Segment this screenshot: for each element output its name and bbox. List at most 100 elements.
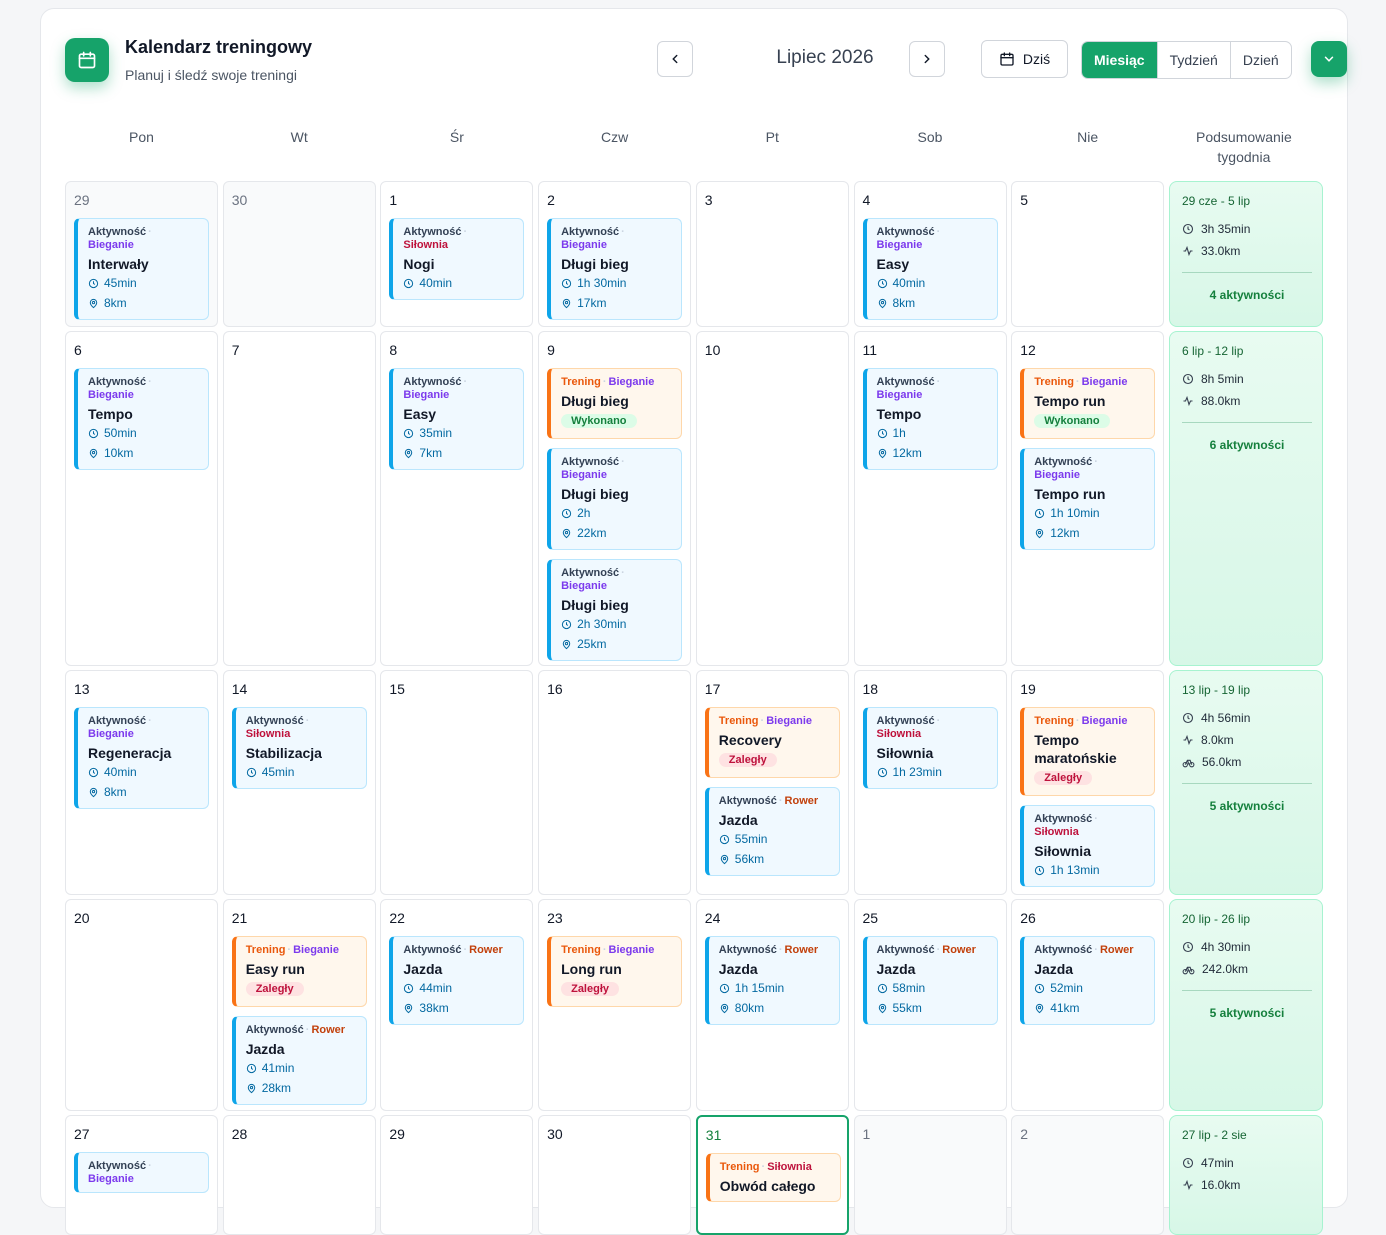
view-day-button[interactable]: Dzień	[1231, 42, 1291, 78]
view-switcher: Miesiąc Tydzień Dzień	[1081, 41, 1292, 79]
activity-card[interactable]: Aktywność · Rower Jazda 55min 56km	[704, 787, 840, 876]
chevron-down-icon	[1322, 52, 1336, 66]
activity-card[interactable]: Aktywność · Siłownia Siłownia 1h 23min	[862, 707, 998, 789]
view-month-button[interactable]: Miesiąc	[1082, 42, 1158, 78]
day-cell[interactable]: 26 Aktywność · Rower Jazda 52min 41km	[1011, 899, 1165, 1111]
day-cell[interactable]: 7	[222, 331, 376, 666]
clock-icon	[719, 834, 730, 845]
training-card[interactable]: Trening · Siłownia Obwód całego	[705, 1153, 841, 1202]
next-month-button[interactable]	[909, 41, 945, 77]
options-dropdown-button[interactable]	[1311, 41, 1347, 77]
training-card[interactable]: Trening · Bieganie Długi bieg Wykonano	[547, 368, 683, 439]
day-cell[interactable]: 30	[222, 181, 376, 327]
clock-icon	[403, 278, 414, 289]
day-cell[interactable]: 9 Trening · Bieganie Długi bieg Wykonano Aktyw…	[538, 331, 692, 666]
activity-pulse-icon	[1182, 395, 1194, 407]
event-tags: Aktywność · Bieganie	[1034, 456, 1154, 482]
activity-card[interactable]: Aktywność · Rower Jazda 44min 38km	[389, 936, 525, 1025]
day-cell[interactable]: 29 Aktywność · Bieganie Interwały 45min 8km	[65, 181, 218, 327]
day-cell[interactable]: 19 Trening · Bieganie Tempo maratońskie Zaleg…	[1011, 670, 1165, 895]
day-cell[interactable]: 24 Aktywność · Rower Jazda 1h 15min 80km	[695, 899, 849, 1111]
day-cell[interactable]: 4 Aktywność · Bieganie Easy 40min 8km	[853, 181, 1007, 327]
event-sport-label: Siłownia	[403, 239, 449, 251]
day-cell[interactable]: 25 Aktywność · Rower Jazda 58min 55km	[853, 899, 1007, 1111]
activity-card[interactable]: Aktywność · Bieganie Długi bieg 2h 30min 25km	[547, 559, 683, 661]
day-cell[interactable]: 28	[222, 1115, 376, 1235]
prev-month-button[interactable]	[657, 41, 693, 77]
activity-card[interactable]: Aktywność · Siłownia Stabilizacja 45min	[231, 707, 367, 789]
summary-value: 4h 30min	[1201, 940, 1251, 954]
event-distance: 25km	[561, 634, 681, 654]
activity-card[interactable]: Aktywność · Bieganie Tempo run 1h 10min 12km	[1020, 448, 1156, 550]
day-cell[interactable]: 2 Aktywność · Bieganie Długi bieg 1h 30min 17k…	[538, 181, 692, 327]
day-cell[interactable]: 2	[1011, 1115, 1165, 1235]
activity-card[interactable]: Aktywność · Bieganie Długi bieg 1h 30min 17km	[547, 218, 683, 320]
event-distance: 7km	[403, 443, 523, 463]
event-distance: 12km	[877, 443, 997, 463]
day-cell[interactable]: 15	[380, 670, 534, 895]
location-pin-icon	[88, 448, 99, 459]
day-cell[interactable]: 1 Aktywność · Siłownia Nogi 40min	[380, 181, 534, 327]
view-week-button[interactable]: Tydzień	[1158, 42, 1231, 78]
event-duration: 40min	[403, 273, 523, 293]
location-pin-icon	[877, 448, 888, 459]
activity-card[interactable]: Aktywność · Siłownia Siłownia 1h 13min	[1020, 805, 1156, 887]
day-cell[interactable]: 17 Trening · Bieganie Recovery Zaległy Aktywno…	[695, 670, 849, 895]
day-cell[interactable]: 10	[695, 331, 849, 666]
summary-stat: 4h 30min	[1182, 940, 1250, 954]
day-cell[interactable]: 31 Trening · Siłownia Obwód całego	[695, 1115, 849, 1235]
activity-card[interactable]: Aktywność · Bieganie Easy 40min 8km	[862, 218, 998, 320]
event-tags: Aktywność · Siłownia	[403, 226, 523, 252]
day-cell[interactable]: 29	[380, 1115, 534, 1235]
day-cell[interactable]: 12 Trening · Bieganie Tempo run Wykonano Aktyw…	[1011, 331, 1165, 666]
day-cell[interactable]: 14 Aktywność · Siłownia Stabilizacja 45min	[222, 670, 376, 895]
day-cell[interactable]: 13 Aktywność · Bieganie Regeneracja 40min 8km	[65, 670, 218, 895]
clock-icon	[561, 278, 572, 289]
training-card[interactable]: Trening · Bieganie Tempo run Wykonano	[1020, 368, 1156, 439]
day-cell[interactable]: 8 Aktywność · Bieganie Easy 35min 7km	[380, 331, 534, 666]
activity-card[interactable]: Aktywność · Rower Jazda 41min 28km	[231, 1016, 367, 1105]
activity-card[interactable]: Aktywność · Bieganie Regeneracja 40min 8km	[74, 707, 209, 809]
activity-card[interactable]: Aktywność · Bieganie Interwały 45min 8km	[74, 218, 209, 320]
day-cell[interactable]: 3	[695, 181, 849, 327]
activity-card[interactable]: Aktywność · Rower Jazda 58min 55km	[862, 936, 998, 1025]
day-cell[interactable]: 6 Aktywność · Bieganie Tempo 50min 10km	[65, 331, 218, 666]
event-sport-label: Rower	[784, 944, 819, 956]
day-cell[interactable]: 5	[1011, 181, 1165, 327]
clock-icon	[1182, 1157, 1194, 1169]
training-card[interactable]: Trening · Bieganie Easy run Zaległy	[231, 936, 367, 1007]
clock-icon	[719, 983, 730, 994]
day-cell[interactable]: 23 Trening · Bieganie Long run Zaległy	[538, 899, 692, 1111]
activity-card[interactable]: Aktywność · Bieganie	[74, 1152, 209, 1193]
week-summary-card: 6 lip - 12 lip 8h 5min 88.0km 6 aktywności	[1169, 331, 1323, 666]
day-cell[interactable]: 20	[65, 899, 218, 1111]
activity-card[interactable]: Aktywność · Siłownia Nogi 40min	[389, 218, 525, 300]
activity-card[interactable]: Aktywność · Rower Jazda 52min 41km	[1020, 936, 1156, 1025]
event-sport-label: Rower	[469, 944, 503, 956]
event-distance: 8km	[88, 293, 208, 313]
day-cell[interactable]: 30	[538, 1115, 692, 1235]
activity-card[interactable]: Aktywność · Bieganie Tempo 50min 10km	[74, 368, 209, 470]
day-number: 26	[1020, 910, 1036, 926]
today-button[interactable]: Dziś	[981, 40, 1068, 78]
event-title: Tempo run	[1034, 393, 1106, 409]
activity-card[interactable]: Aktywność · Bieganie Tempo 1h 12km	[862, 368, 998, 470]
event-duration: 1h 30min	[561, 273, 681, 293]
activity-card[interactable]: Aktywność · Bieganie Easy 35min 7km	[389, 368, 525, 470]
training-card[interactable]: Trening · Bieganie Long run Zaległy	[547, 936, 683, 1007]
event-kind-label: Aktywność	[718, 795, 777, 807]
week-range: 13 lip - 19 lip	[1182, 683, 1251, 697]
day-cell[interactable]: 1	[853, 1115, 1007, 1235]
day-cell[interactable]: 11 Aktywność · Bieganie Tempo 1h 12km	[853, 331, 1007, 666]
training-card[interactable]: Trening · Bieganie Tempo maratońskie Zaległy	[1020, 707, 1156, 796]
day-cell[interactable]: 22 Aktywność · Rower Jazda 44min 38km	[380, 899, 534, 1111]
day-cell[interactable]: 18 Aktywność · Siłownia Siłownia 1h 23min	[853, 670, 1007, 895]
activity-card[interactable]: Aktywność · Bieganie Długi bieg 2h 22km	[547, 448, 683, 550]
activity-card[interactable]: Aktywność · Rower Jazda 1h 15min 80km	[704, 936, 840, 1025]
day-cell[interactable]: 21 Trening · Bieganie Easy run Zaległy Aktywno…	[222, 899, 376, 1111]
day-cell[interactable]: 27 Aktywność · Bieganie	[65, 1115, 218, 1235]
day-cell[interactable]: 16	[538, 670, 692, 895]
duration-value: 2h	[577, 506, 591, 520]
weekday-header: Śr	[449, 129, 464, 145]
training-card[interactable]: Trening · Bieganie Recovery Zaległy	[704, 707, 840, 778]
